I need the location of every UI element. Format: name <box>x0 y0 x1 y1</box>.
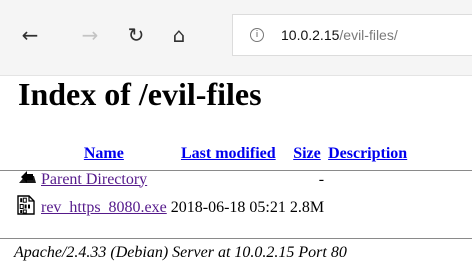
sort-by-description-link[interactable]: Description <box>328 145 407 162</box>
sort-by-name-link[interactable]: Name <box>84 145 124 162</box>
footer-divider <box>0 238 472 239</box>
page-title: Index of /evil-files <box>18 76 262 112</box>
name-cell: Parent Directory <box>40 167 168 192</box>
last-modified-cell <box>170 167 287 192</box>
url-host: 10.0.2.15 <box>281 27 340 43</box>
home-icon[interactable]: ⌂ <box>166 22 192 48</box>
file-link[interactable]: rev_https_8080.exe <box>41 199 167 216</box>
refresh-icon[interactable]: ↻ <box>123 22 149 48</box>
size-cell: - <box>318 170 325 188</box>
description-column-header[interactable]: Description <box>327 143 408 165</box>
back-arrow-icon[interactable]: ← <box>17 22 43 48</box>
info-icon[interactable]: i <box>250 28 264 42</box>
url-path: /evil-files/ <box>339 27 398 43</box>
table-header-row: Name Last modified Size Description <box>16 143 408 165</box>
table-row: rev_https_8080.exe 2018-06-18 05:21 2.8M <box>16 194 408 221</box>
file-listing-table: Name Last modified Size Description Pare… <box>14 141 410 223</box>
size-cell: 2.8M <box>289 198 325 216</box>
last-modified-cell: 2018-06-18 05:21 <box>170 198 286 216</box>
table-row: Parent Directory - <box>16 167 408 192</box>
address-bar[interactable]: i 10.0.2.15/evil-files/ <box>232 14 472 56</box>
sort-by-size-link[interactable]: Size <box>293 145 321 162</box>
forward-arrow-icon[interactable]: → <box>77 22 103 48</box>
size-column-header[interactable]: Size <box>289 143 325 165</box>
name-cell: rev_https_8080.exe <box>40 194 168 221</box>
parent-directory-link[interactable]: Parent Directory <box>41 171 147 188</box>
back-folder-icon <box>17 168 37 186</box>
last-modified-column-header[interactable]: Last modified <box>170 143 287 165</box>
name-column-header[interactable]: Name <box>40 143 168 165</box>
server-signature: Apache/2.4.33 (Debian) Server at 10.0.2.… <box>14 244 347 261</box>
icon-cell <box>16 194 38 221</box>
icon-column-header <box>16 143 38 165</box>
browser-toolbar: ← → ↻ ⌂ i 10.0.2.15/evil-files/ <box>0 0 472 76</box>
description-cell <box>327 194 408 221</box>
sort-by-last-modified-link[interactable]: Last modified <box>181 145 276 162</box>
description-cell <box>327 167 408 192</box>
icon-cell <box>16 167 38 192</box>
binary-file-icon <box>17 195 35 215</box>
url-text[interactable]: 10.0.2.15/evil-files/ <box>281 27 398 43</box>
